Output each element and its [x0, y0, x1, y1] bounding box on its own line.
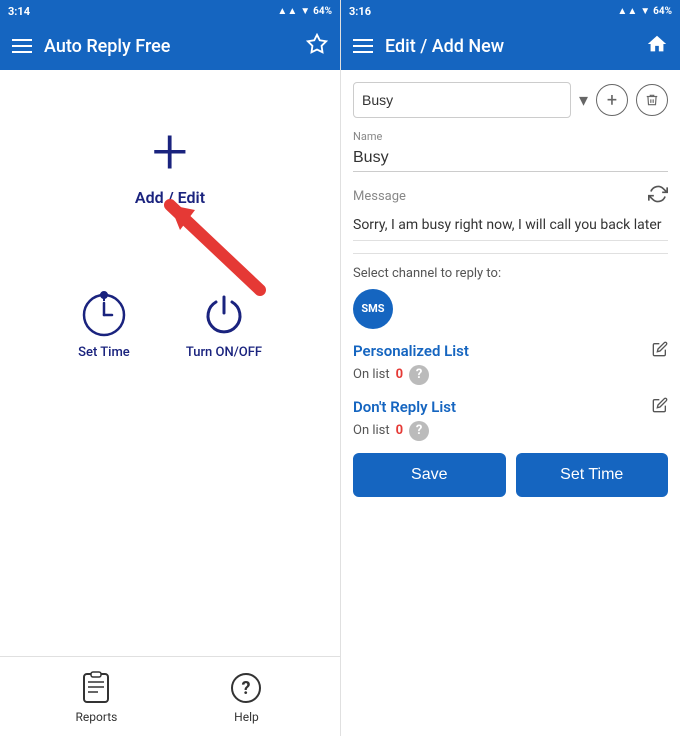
left-panel: 3:14 ▲▲ ▼ 64% Auto Reply Free + Add / Ed…: [0, 0, 340, 736]
left-time: 3:14: [8, 5, 30, 18]
left-status-icons: ▲▲ ▼ 64%: [277, 6, 332, 17]
divider: [353, 253, 668, 254]
personalized-list-title: Personalized List: [353, 342, 469, 360]
left-battery: 64%: [313, 6, 332, 17]
left-footer: Reports ? Help: [0, 656, 340, 736]
message-field-group: Message Sorry, I am busy right now, I wi…: [353, 184, 668, 241]
delete-profile-button[interactable]: [636, 84, 668, 116]
right-panel: 3:16 ▲▲ ▼ 64% Edit / Add New Busy ▾ +: [340, 0, 680, 736]
name-field-group: Name: [353, 130, 668, 184]
right-signal-icon: ▲▲: [617, 6, 637, 17]
set-time-label: Set Time: [78, 345, 130, 360]
name-label: Name: [353, 130, 668, 143]
help-label: Help: [234, 710, 259, 724]
right-battery: 64%: [653, 6, 672, 17]
reports-footer-item[interactable]: Reports: [76, 670, 118, 724]
personalized-list-info: On list 0 ?: [353, 365, 668, 385]
left-menu-icon[interactable]: [12, 39, 32, 53]
right-home-icon[interactable]: [646, 33, 668, 60]
save-button[interactable]: Save: [353, 453, 506, 497]
set-time-button[interactable]: Set Time: [78, 287, 130, 360]
left-status-bar: 3:14 ▲▲ ▼ 64%: [0, 0, 340, 22]
dont-reply-on-list-label: On list: [353, 423, 390, 438]
action-buttons: Save Set Time: [353, 453, 668, 497]
left-app-title: Auto Reply Free: [44, 36, 294, 57]
right-app-title: Edit / Add New: [385, 36, 634, 57]
left-main-content: + Add / Edit: [0, 70, 340, 656]
dropdown-chevron-icon: ▾: [579, 90, 588, 111]
left-action-icon[interactable]: [306, 33, 328, 60]
sms-channel-badge[interactable]: SMS: [353, 289, 393, 329]
personalized-on-list-label: On list: [353, 367, 390, 382]
reports-label: Reports: [76, 710, 118, 724]
help-footer-item[interactable]: ? Help: [228, 670, 264, 724]
dont-reply-list-count: 0: [396, 423, 403, 438]
add-profile-button[interactable]: +: [596, 84, 628, 116]
personalized-list-edit-icon[interactable]: [652, 341, 668, 361]
dont-reply-list-title: Don't Reply List: [353, 398, 456, 416]
dont-reply-list-row: Don't Reply List: [353, 397, 668, 417]
message-text: Sorry, I am busy right now, I will call …: [353, 212, 668, 241]
right-menu-icon[interactable]: [353, 39, 373, 53]
left-app-bar: Auto Reply Free: [0, 22, 340, 70]
set-time-button-right[interactable]: Set Time: [516, 453, 669, 497]
right-wifi-icon: ▼: [640, 6, 650, 17]
personalized-help-icon[interactable]: ?: [409, 365, 429, 385]
arrow-indicator: [140, 180, 260, 300]
right-app-bar: Edit / Add New: [341, 22, 680, 70]
profile-select[interactable]: Busy: [353, 82, 571, 118]
left-signal-icon: ▲▲: [277, 6, 297, 17]
name-input[interactable]: [353, 145, 668, 172]
svg-text:?: ?: [242, 678, 251, 699]
channel-label: Select channel to reply to:: [353, 266, 668, 281]
dont-reply-list-edit-icon[interactable]: [652, 397, 668, 417]
add-edit-plus-icon: +: [152, 120, 188, 184]
right-form-content: Busy ▾ + Name Message: [341, 70, 680, 736]
refresh-icon[interactable]: [648, 184, 668, 208]
right-status-icons: ▲▲ ▼ 64%: [617, 6, 672, 17]
left-wifi-icon: ▼: [300, 6, 310, 17]
right-time: 3:16: [349, 5, 371, 18]
message-header: Message: [353, 184, 668, 208]
turn-on-off-label: Turn ON/OFF: [186, 345, 262, 360]
personalized-list-row: Personalized List: [353, 341, 668, 361]
personalized-list-count: 0: [396, 367, 403, 382]
dont-reply-help-icon[interactable]: ?: [409, 421, 429, 441]
message-label: Message: [353, 189, 406, 204]
right-status-bar: 3:16 ▲▲ ▼ 64%: [341, 0, 680, 22]
dont-reply-list-info: On list 0 ?: [353, 421, 668, 441]
profile-dropdown-row: Busy ▾ +: [353, 82, 668, 118]
